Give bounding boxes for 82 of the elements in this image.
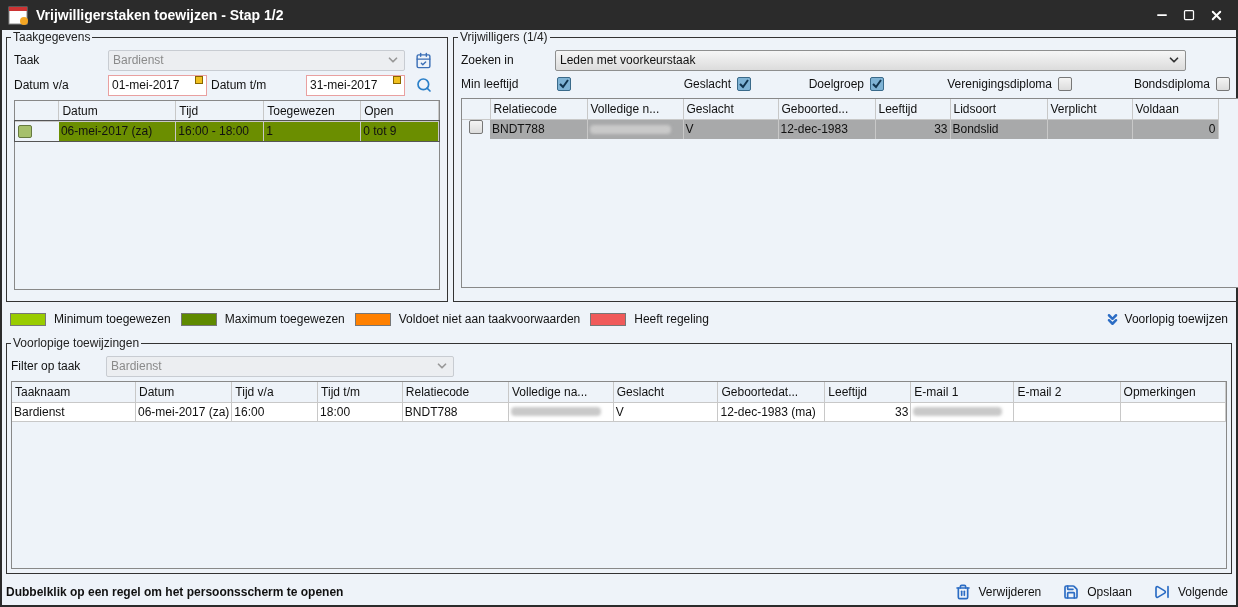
table-cell: 1 (266, 124, 273, 139)
column-header[interactable]: Open (364, 103, 394, 118)
column-header[interactable]: Datum (62, 103, 98, 118)
column-header[interactable]: E-mail 2 (1017, 384, 1062, 399)
table-row[interactable]: 06-mei-2017 (za) 16:00 - 18:00 1 0 tot 9 (15, 121, 439, 141)
field-label: Zoeken in (461, 52, 515, 69)
next-icon (1153, 584, 1170, 600)
legend-label: Voldoet niet aan taakvoorwaarden (398, 311, 581, 328)
column-header[interactable]: Volledige na... (511, 384, 588, 399)
calendar-check-icon[interactable] (415, 51, 432, 69)
filter-label: Doelgroep (808, 76, 864, 93)
column-header[interactable]: Leeftijd (878, 101, 918, 116)
table-cell: 12-dec-1983 (ma) (720, 404, 816, 419)
group-legend: Vrijwilligers (1/4) (458, 30, 550, 44)
table-row[interactable]: BNDT788 V 12-dec-1983 33 Bondslid 0 (462, 119, 1218, 139)
table-cell: Bardienst (14, 404, 65, 419)
calendar-icon (8, 4, 30, 26)
column-header[interactable]: Datum (138, 384, 175, 399)
table-cell: 0 tot 9 (363, 124, 397, 139)
trash-icon (954, 584, 971, 600)
column-header[interactable]: Geslacht (616, 384, 665, 399)
table-cell: 06-mei-2017 (za) (137, 404, 230, 419)
column-header[interactable]: Geboortedat... (721, 384, 799, 399)
column-header[interactable]: Relatiecode (405, 384, 470, 399)
column-header[interactable]: Voldaan (1135, 101, 1179, 116)
table-cell: BNDT788 (492, 122, 545, 137)
column-header[interactable]: Volledige n... (590, 101, 660, 116)
dropdown[interactable]: Leden met voorkeurstaak (555, 49, 1186, 71)
window-title: Vrijwilligerstaken toewijzen - Stap 1/2 (36, 5, 284, 25)
table-cell: BNDT788 (404, 404, 458, 419)
table-cell: 06-mei-2017 (za) (60, 124, 153, 139)
column-header[interactable]: Geslacht (686, 101, 734, 116)
date-field[interactable]: 31-mei-2017 (306, 74, 405, 96)
checkbox[interactable] (1216, 77, 1230, 91)
table-cell: 12-dec-1983 (780, 122, 848, 137)
status-hint: Dubbelklik op een regel om het persoonsscherm te openen (6, 584, 344, 601)
legend-label: Minimum toegewezen (54, 311, 171, 328)
table-cell: V (685, 122, 694, 137)
group-legend: Voorlopige toewijzingen (11, 336, 142, 350)
table-cell: 0 (1208, 122, 1216, 137)
filter-label: Bondsdiploma (1133, 76, 1210, 93)
column-header[interactable]: Verplicht (1050, 101, 1097, 116)
toolbar-button[interactable]: Opslaan (1063, 583, 1132, 601)
checkbox[interactable] (557, 77, 571, 91)
table-cell: Bondslid (952, 122, 999, 137)
table-cell: 33 (934, 122, 948, 137)
field-label: Filter op taak (11, 358, 82, 375)
status-swatch (18, 124, 32, 138)
field-label: Datum v/a (14, 77, 70, 94)
column-header[interactable]: Relatiecode (493, 101, 557, 116)
legend-label: Heeft regeling (634, 311, 709, 328)
assign-button[interactable]: Voorlopig toewijzen (1103, 310, 1228, 328)
maximize-icon[interactable] (1183, 9, 1195, 21)
column-header[interactable]: Leeftijd (828, 384, 867, 399)
column-header[interactable]: Lidsoort (953, 101, 997, 116)
filter-label: Geslacht (683, 76, 731, 93)
filter-label: Verenigingsdiploma (947, 76, 1052, 93)
column-header[interactable]: Tijd (179, 103, 199, 118)
column-header[interactable]: Geboorted... (781, 101, 849, 116)
filter-label: Min leeftijd (461, 76, 520, 93)
checkbox[interactable] (870, 77, 884, 91)
column-header[interactable]: Opmerkingen (1123, 384, 1196, 399)
column-header[interactable]: Tijd v/a (235, 384, 274, 399)
group-legend: Taakgegevens (11, 30, 93, 44)
toolbar-button[interactable]: Volgende (1153, 583, 1228, 601)
legend-label: Maximum toegewezen (224, 311, 345, 328)
table-cell: 16:00 (234, 404, 265, 419)
checkbox[interactable] (1058, 77, 1072, 91)
table-cell: 33 (894, 404, 909, 419)
table-cell: V (615, 404, 624, 419)
table-cell: 18:00 (320, 404, 351, 419)
field-label: Taak (14, 52, 41, 69)
column-header[interactable]: Taaknaam (15, 384, 71, 399)
checkbox[interactable] (737, 77, 751, 91)
toolbar-button[interactable]: Verwijderen (954, 583, 1042, 601)
column-header[interactable]: E-mail 1 (914, 384, 959, 399)
field-label: Datum t/m (211, 77, 268, 94)
search-icon[interactable] (416, 77, 432, 93)
date-field[interactable]: 01-mei-2017 (108, 74, 207, 96)
column-header[interactable]: Toegewezen (267, 103, 335, 118)
table-cell: 16:00 - 18:00 (178, 124, 250, 139)
column-header[interactable]: Tijd t/m (321, 384, 360, 399)
